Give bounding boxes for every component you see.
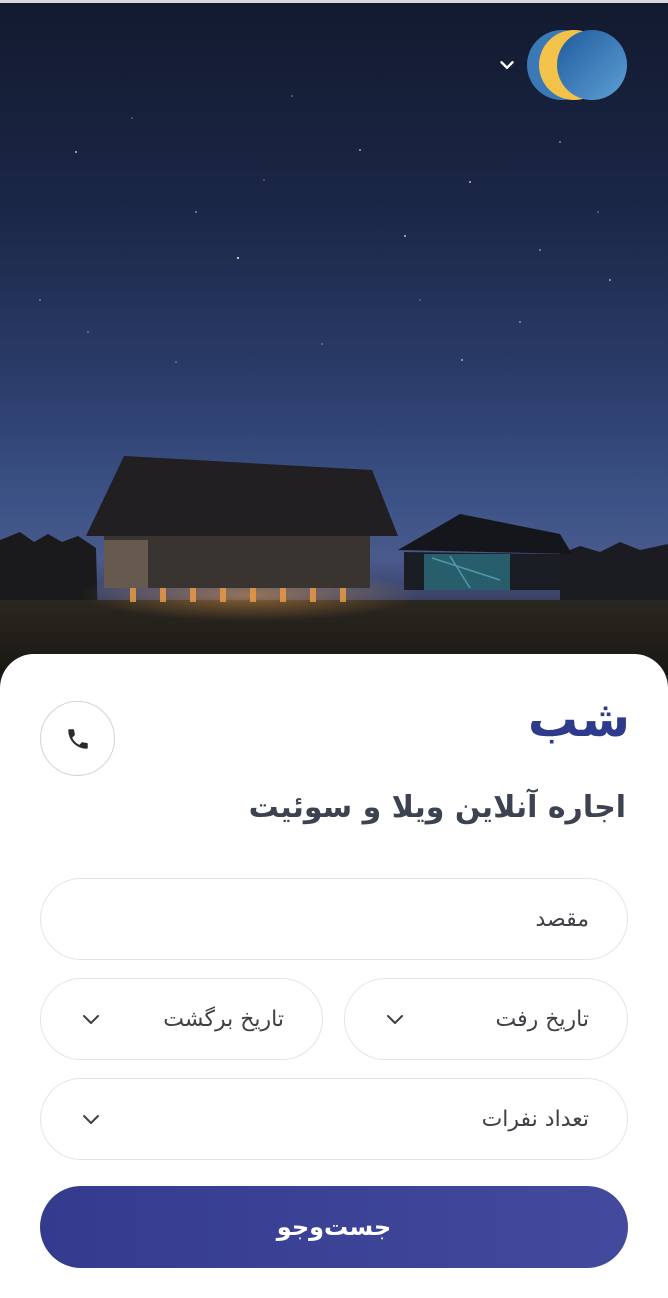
search-button[interactable]: جست‌وجو bbox=[40, 1186, 628, 1268]
brand-wordmark: شب bbox=[527, 690, 630, 748]
moon-logo-icon bbox=[527, 30, 627, 100]
search-panel: شب اجاره آنلاین ویلا و سوئیت مقصد تاریخ … bbox=[0, 654, 668, 1298]
phone-icon bbox=[67, 728, 88, 749]
call-button[interactable] bbox=[40, 701, 115, 776]
guests-label: تعداد نفرات bbox=[481, 1106, 589, 1132]
depart-date-select[interactable]: تاریخ رفت bbox=[344, 978, 628, 1060]
depart-date-label: تاریخ رفت bbox=[495, 1006, 589, 1032]
guests-select[interactable]: تعداد نفرات bbox=[40, 1078, 628, 1160]
return-date-label: تاریخ برگشت bbox=[163, 1006, 284, 1032]
destination-field[interactable]: مقصد bbox=[40, 878, 628, 960]
chevron-down-icon bbox=[387, 1015, 403, 1024]
chevron-down-icon[interactable] bbox=[496, 54, 518, 76]
hero-image bbox=[0, 0, 668, 700]
page-title: اجاره آنلاین ویلا و سوئیت bbox=[248, 790, 626, 825]
brand-switcher[interactable] bbox=[496, 28, 628, 102]
return-date-select[interactable]: تاریخ برگشت bbox=[40, 978, 323, 1060]
search-button-label: جست‌وجو bbox=[276, 1213, 392, 1241]
chevron-down-icon bbox=[83, 1115, 99, 1124]
destination-placeholder: مقصد bbox=[535, 906, 589, 932]
chevron-down-icon bbox=[83, 1015, 99, 1024]
